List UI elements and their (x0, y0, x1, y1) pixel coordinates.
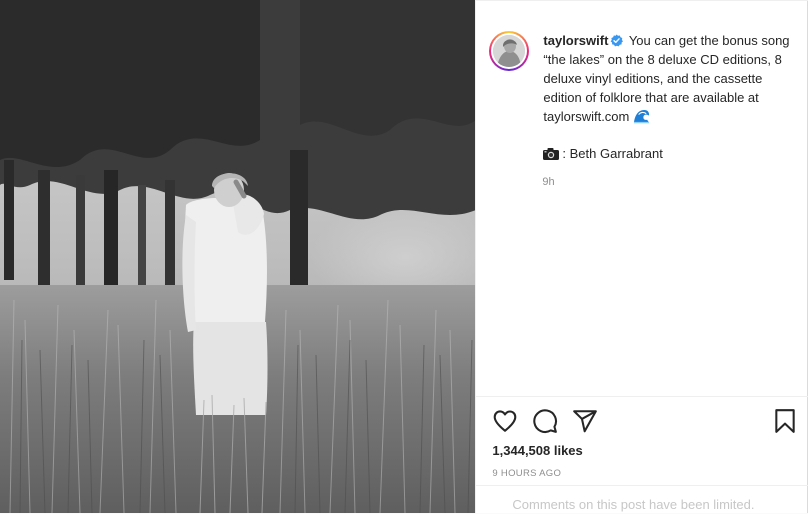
action-bar: 1,344,508 likes 9 HOURS AGO Comments on … (476, 396, 808, 513)
field-photo-image (0, 0, 476, 513)
username-link[interactable]: taylorswift (543, 33, 608, 48)
post-timestamp[interactable]: 9 HOURS AGO (492, 468, 561, 479)
comments-limited-notice: Comments on this post have been limited. (476, 485, 808, 514)
relative-time[interactable]: 9h (542, 176, 554, 188)
photo-credit-text: : Beth Garrabrant (562, 146, 663, 161)
avatar[interactable] (489, 31, 530, 71)
comment-button[interactable] (532, 408, 558, 434)
photo-credit: : Beth Garrabrant (542, 144, 663, 163)
share-icon (573, 410, 598, 433)
like-button[interactable] (492, 408, 518, 434)
caption-area: taylorswift You can get the bonus song “… (476, 0, 808, 396)
post-photo[interactable] (0, 0, 476, 513)
avatar-border (491, 33, 528, 69)
bookmark-icon (775, 409, 796, 433)
comment-icon (533, 409, 558, 433)
verified-badge-icon (611, 34, 624, 47)
likes-count[interactable]: 1,344,508 likes (492, 443, 582, 458)
caption-row: taylorswift You can get the bonus song “… (489, 31, 793, 126)
wave-emoji-icon (634, 109, 650, 124)
save-button[interactable] (772, 408, 798, 434)
camera-icon (543, 147, 560, 160)
avatar-photo (493, 35, 526, 67)
post-side-panel: taylorswift You can get the bonus song “… (475, 0, 808, 513)
caption: taylorswift You can get the bonus song “… (543, 31, 793, 126)
heart-icon (494, 410, 517, 432)
comments-limited-text: Comments on this post have been limited. (512, 497, 755, 512)
share-button[interactable] (572, 408, 598, 434)
instagram-post: taylorswift You can get the bonus song “… (0, 0, 808, 513)
avatar-image (493, 35, 526, 67)
